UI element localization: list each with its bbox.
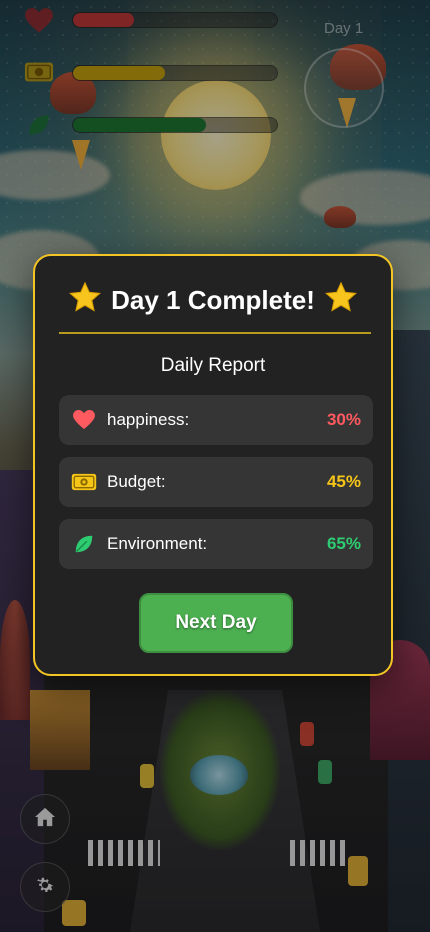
dialog-title-text: Day 1 Complete! [111,284,315,315]
settings-button[interactable] [20,862,70,912]
gear-icon [34,874,56,901]
star-icon [69,281,102,318]
report-row-budget: Budget: 45% [59,457,373,507]
report-label: Budget: [107,472,166,491]
report-label: Environment: [107,534,208,553]
star-icon [324,281,357,318]
report-row-happiness: happiness: 30% [59,395,373,445]
report-row-environment: Environment: 65% [59,519,373,569]
dialog-title: Day 1 Complete! [35,281,391,318]
report-label: happiness: [107,410,190,429]
home-icon [34,807,56,832]
money-icon [71,469,97,495]
report-value: 65% [326,534,361,553]
dialog-subtitle: Daily Report [160,355,266,376]
leaf-icon [71,531,97,557]
report-value: 45% [326,472,361,491]
heart-icon [71,407,97,433]
home-button[interactable] [20,794,70,844]
day-complete-dialog: Day 1 Complete! Daily Report happiness: … [33,254,393,676]
title-divider [59,332,371,334]
next-day-button[interactable]: Next Day [139,593,293,653]
report-value: 30% [326,410,361,429]
